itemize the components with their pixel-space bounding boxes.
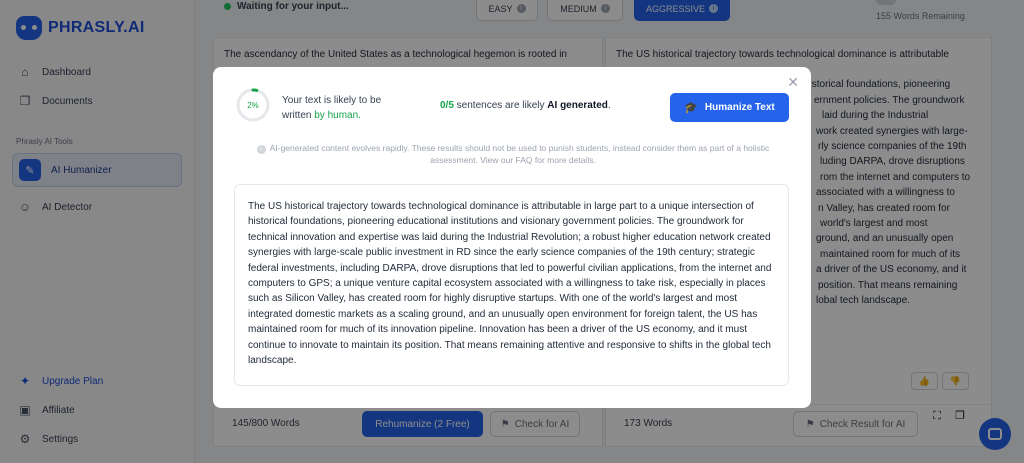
humanize-label: Humanize Text [704, 102, 775, 113]
ai-detection-modal: ✕ 2% Your text is likely to be written b… [213, 67, 811, 408]
disclaimer: i AI-generated content evolves rapidly. T… [243, 142, 783, 166]
disclaimer-text: AI-generated content evolves rapidly. Th… [269, 143, 770, 165]
human-score-percent: 2% [247, 100, 259, 110]
likely-message: Your text is likely to be written by hum… [282, 93, 402, 123]
sentences-bold: AI generated [547, 100, 608, 111]
result-text: The US historical trajectory towards tec… [248, 201, 772, 367]
close-icon[interactable]: ✕ [787, 75, 799, 89]
likely-highlight: by human. [314, 110, 361, 121]
sentences-summary: 0/5 sentences are likely AI generated. [440, 100, 611, 111]
sentences-mid: sentences are likely [453, 100, 548, 111]
humanize-text-button[interactable]: 🎓 Humanize Text [670, 93, 789, 122]
graduation-cap-icon: 🎓 [684, 102, 698, 114]
result-text-box: The US historical trajectory towards tec… [234, 184, 789, 386]
sentences-fraction: 0/5 [440, 100, 454, 111]
info-icon: i [256, 145, 266, 154]
sentences-end: . [607, 100, 611, 111]
